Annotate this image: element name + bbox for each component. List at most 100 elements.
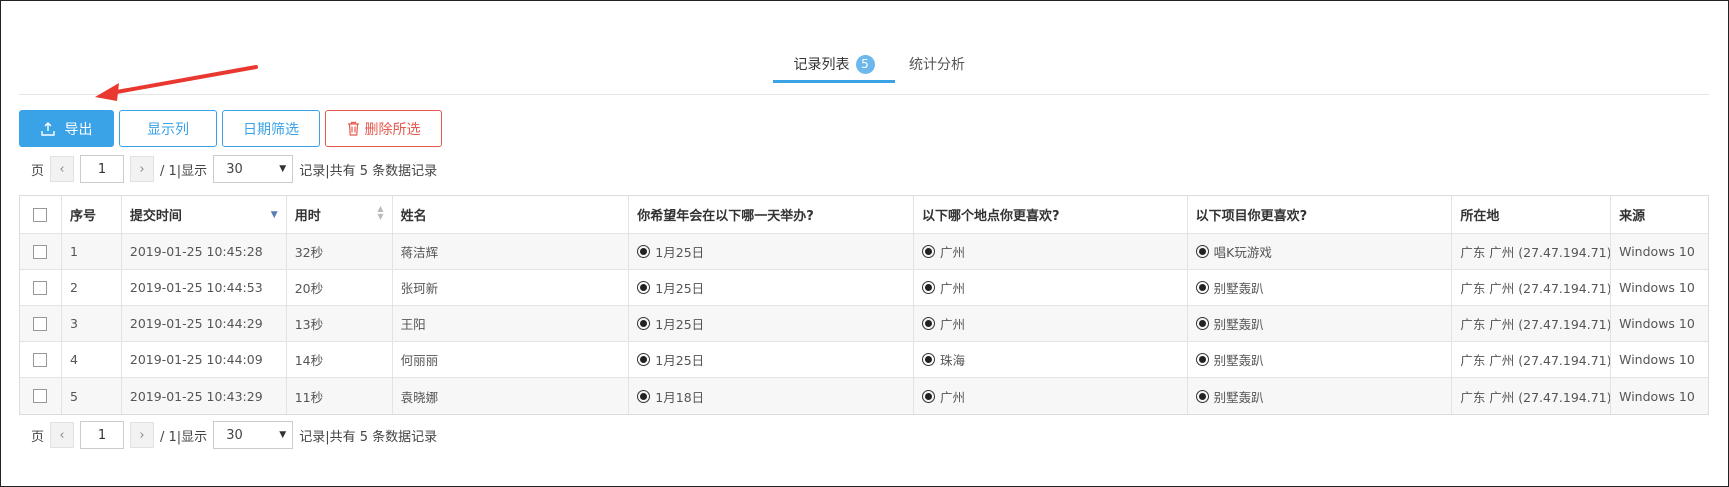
- header-duration[interactable]: 用时 ▲ ▼: [287, 196, 393, 233]
- show-columns-label: 显示列: [147, 121, 189, 138]
- cell-q1: 1月25日: [629, 270, 914, 305]
- window-frame: 记录列表 5 统计分析 导出 显示列 日期筛选 删除所选 页 ‹ 1 › / 1…: [0, 0, 1729, 487]
- cell-q1: 1月18日: [629, 378, 914, 414]
- next-page-button[interactable]: ›: [130, 156, 155, 182]
- cell-q3-value: 别墅轰趴: [1213, 353, 1264, 368]
- date-filter-button[interactable]: 日期筛选: [222, 110, 320, 147]
- header-name: 姓名: [393, 196, 630, 233]
- sort-desc-icon: ▼: [270, 210, 278, 220]
- radio-selected-icon: [1195, 281, 1209, 294]
- radio-selected-icon: [637, 245, 651, 258]
- table-row[interactable]: 3 2019-01-25 10:44:29 13秒 王阳 1月25日 广州 别墅…: [20, 306, 1708, 342]
- cell-name: 张珂新: [393, 270, 630, 305]
- cell-q2-value: 广州: [939, 389, 965, 405]
- show-columns-button[interactable]: 显示列: [119, 110, 217, 147]
- active-tab-indicator: [773, 80, 895, 83]
- next-page-button[interactable]: ›: [130, 422, 155, 448]
- cell-no: 2: [62, 270, 122, 305]
- page-number-input[interactable]: [80, 421, 125, 449]
- cell-name: 王阳: [393, 306, 630, 341]
- select-all-checkbox[interactable]: [33, 207, 48, 222]
- tab-statistics[interactable]: 统计分析: [909, 45, 969, 83]
- header-q2: 以下哪个地点你更喜欢?: [914, 196, 1188, 233]
- header-location: 所在地: [1452, 196, 1612, 233]
- table-row[interactable]: 4 2019-01-25 10:44:09 14秒 何丽丽 1月25日 珠海 别…: [20, 342, 1708, 378]
- delete-selected-button[interactable]: 删除所选: [325, 110, 442, 147]
- tab-statistics-label: 统计分析: [909, 57, 965, 73]
- header-submit-time[interactable]: 提交时间 ▼: [122, 196, 287, 233]
- cell-q2: 广州: [914, 234, 1188, 269]
- header-submit-time-label: 提交时间: [129, 209, 182, 224]
- cell-time: 2019-01-25 10:45:28: [122, 234, 287, 269]
- row-select: [20, 378, 62, 414]
- pager-prefix: 页: [31, 429, 45, 445]
- cell-q3-value: 别墅轰趴: [1213, 317, 1264, 332]
- cell-name: 蒋洁辉: [393, 234, 630, 269]
- radio-selected-icon: [637, 281, 651, 294]
- row-checkbox[interactable]: [33, 352, 48, 367]
- chevron-right-icon: ›: [139, 161, 145, 177]
- sort-icon: ▲ ▼: [377, 204, 384, 221]
- tab-records[interactable]: 记录列表 5: [773, 45, 895, 83]
- row-select: [20, 342, 62, 377]
- cell-time: 2019-01-25 10:43:29: [122, 378, 287, 414]
- radio-selected-icon: [921, 353, 935, 366]
- cell-q1: 1月25日: [629, 234, 914, 269]
- row-checkbox[interactable]: [33, 244, 48, 259]
- cell-q1-value: 1月25日: [655, 281, 705, 296]
- cell-q1-value: 1月25日: [655, 353, 705, 368]
- radio-selected-icon: [1195, 317, 1209, 330]
- cell-q1-value: 1月25日: [655, 317, 705, 332]
- table-row[interactable]: 5 2019-01-25 10:43:29 11秒 袁晓娜 1月18日 广州 别…: [20, 378, 1708, 414]
- cell-q2: 广州: [914, 270, 1188, 305]
- tab-bar: 记录列表 5 统计分析: [19, 45, 1709, 95]
- radio-selected-icon: [637, 317, 651, 330]
- cell-location: 广东 广州 (27.47.194.71): [1452, 270, 1612, 305]
- radio-selected-icon: [1195, 389, 1209, 403]
- header-duration-label: 用时: [294, 209, 321, 224]
- header-source: 来源: [1619, 209, 1646, 224]
- cell-q3: 唱K玩游戏: [1188, 234, 1453, 269]
- cell-q1-value: 1月18日: [655, 389, 705, 405]
- cell-q3-value: 别墅轰趴: [1213, 389, 1264, 405]
- cell-q2-value: 广州: [939, 281, 965, 296]
- radio-selected-icon: [637, 389, 651, 403]
- pager-top: 页 ‹ › / 1|显示 30 ▼ 记录|共有 5 条数据记录: [31, 155, 437, 183]
- table-row[interactable]: 1 2019-01-25 10:45:28 32秒 蒋洁辉 1月25日 广州 唱…: [20, 234, 1708, 270]
- prev-page-button[interactable]: ‹: [50, 422, 75, 448]
- header-select-all: [20, 196, 62, 233]
- page-number-input[interactable]: [80, 155, 125, 183]
- cell-time: 2019-01-25 10:44:53: [122, 270, 287, 305]
- tab-records-label: 记录列表: [793, 57, 850, 73]
- row-checkbox[interactable]: [33, 280, 48, 295]
- cell-source: Windows 10: [1619, 244, 1695, 259]
- upload-icon: [40, 121, 55, 136]
- cell-q3: 别墅轰趴: [1188, 378, 1453, 414]
- row-checkbox[interactable]: [33, 389, 48, 403]
- pager-summary: 记录|共有 5 条数据记录: [299, 163, 438, 179]
- cell-q2: 广州: [914, 378, 1188, 414]
- cell-q2-value: 广州: [939, 317, 965, 332]
- table-row[interactable]: 2 2019-01-25 10:44:53 20秒 张珂新 1月25日 广州 别…: [20, 270, 1708, 306]
- delete-selected-label: 删除所选: [364, 121, 421, 138]
- cell-no: 4: [62, 342, 122, 377]
- cell-location: 广东 广州 (27.47.194.71): [1452, 234, 1612, 269]
- cell-q2: 珠海: [914, 342, 1188, 377]
- cell-duration: 20秒: [287, 270, 393, 305]
- trash-icon: [347, 121, 360, 136]
- row-checkbox[interactable]: [33, 316, 48, 331]
- export-button[interactable]: 导出: [19, 110, 114, 147]
- page-size-value: 30: [226, 427, 243, 443]
- row-select: [20, 306, 62, 341]
- pager-prefix: 页: [31, 163, 45, 179]
- pager-total: / 1|显示: [160, 163, 208, 179]
- header-no: 序号: [62, 196, 122, 233]
- page-size-select[interactable]: 30 ▼: [213, 421, 294, 449]
- prev-page-button[interactable]: ‹: [50, 156, 75, 182]
- row-select: [20, 234, 62, 269]
- cell-duration: 14秒: [287, 342, 393, 377]
- row-select: [20, 270, 62, 305]
- page-size-select[interactable]: 30 ▼: [213, 155, 294, 183]
- cell-q1-value: 1月25日: [655, 245, 705, 260]
- radio-selected-icon: [637, 353, 651, 366]
